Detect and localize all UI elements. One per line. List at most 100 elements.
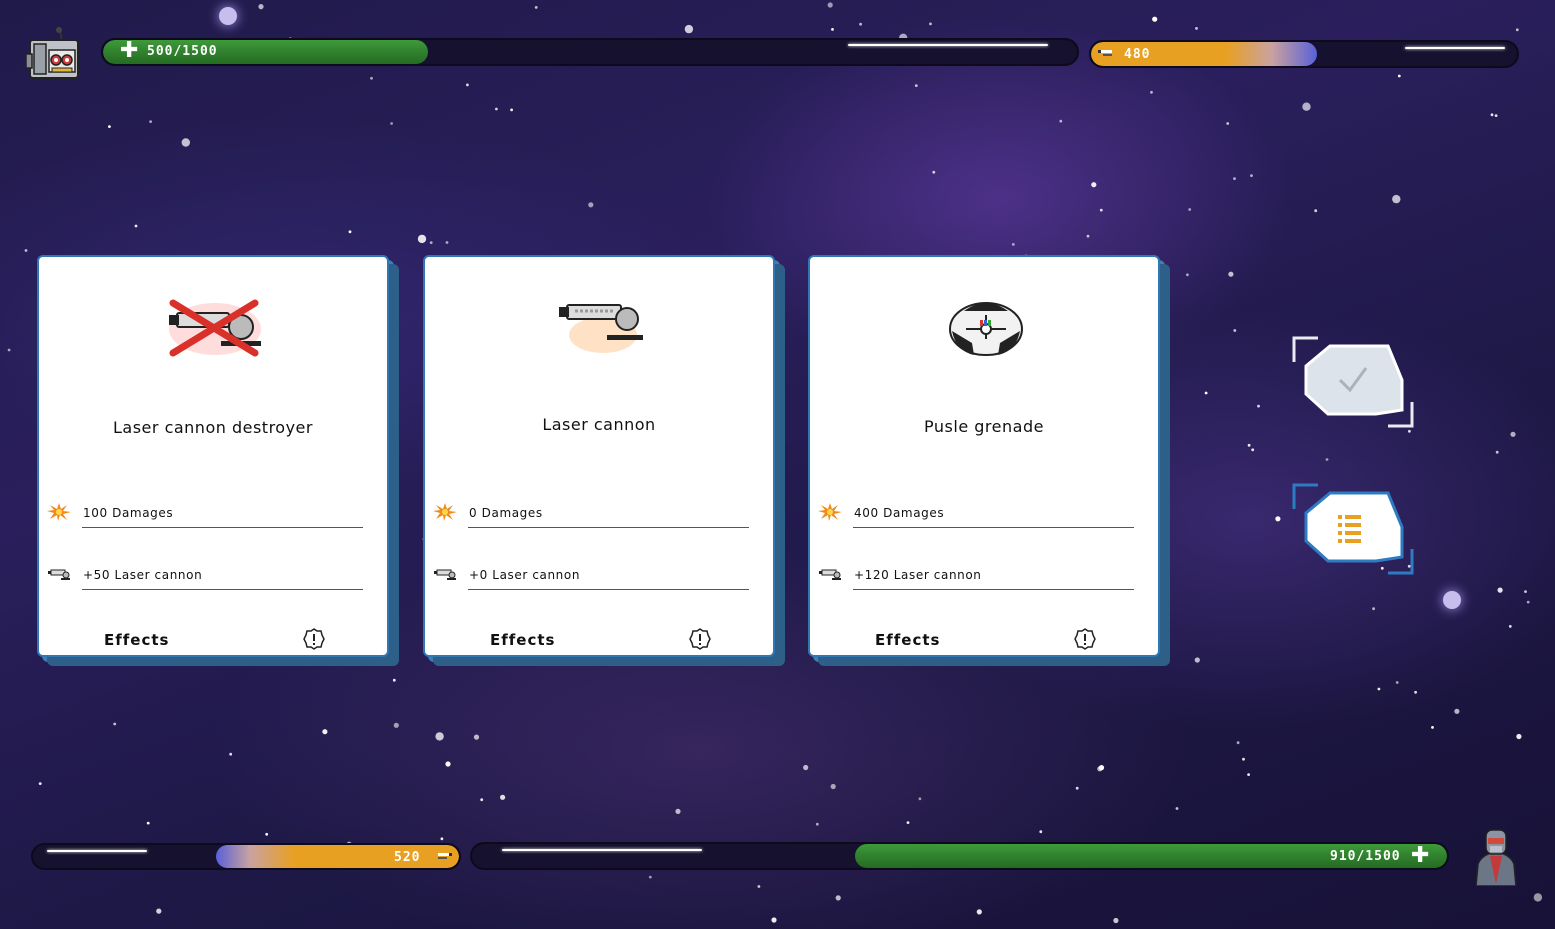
- star: [771, 917, 777, 923]
- bar-shine: [1405, 47, 1505, 49]
- opponent-energy-bar: [1089, 40, 1519, 68]
- star: [1098, 765, 1105, 771]
- star: [1075, 786, 1079, 790]
- star: [918, 797, 922, 801]
- star: [1325, 458, 1329, 461]
- star: [675, 808, 681, 815]
- damage-stat: 400 Damages: [818, 499, 1134, 529]
- player-energy-fill: [216, 845, 459, 868]
- star: [1533, 893, 1543, 902]
- star: [1497, 587, 1503, 593]
- star: [1175, 807, 1179, 810]
- star: [1233, 329, 1237, 332]
- bar-shine: [502, 849, 702, 851]
- laser-cannon-icon: [819, 569, 841, 580]
- star: [500, 794, 506, 800]
- star: [1250, 174, 1253, 178]
- explosion-icon: [47, 503, 71, 521]
- star: [393, 489, 397, 493]
- pulse-grenade-icon: [949, 302, 1023, 356]
- star: [775, 662, 779, 666]
- damage-text: 100 Damages: [83, 506, 174, 520]
- star: [757, 885, 761, 888]
- star: [445, 241, 449, 244]
- heal-plus-icon: ✚: [1411, 843, 1430, 868]
- player-soldier-avatar: [1468, 826, 1524, 887]
- star: [38, 782, 42, 785]
- star: [1233, 177, 1236, 181]
- star: [1099, 208, 1103, 212]
- laser-stat: +50 Laser cannon: [47, 561, 363, 591]
- laser-cannon-icon: [434, 569, 456, 580]
- star: [445, 761, 451, 767]
- star: [1524, 590, 1527, 593]
- star: [390, 122, 393, 125]
- info-alert-icon[interactable]: [303, 628, 325, 650]
- star: [417, 234, 427, 244]
- info-alert-icon[interactable]: [689, 628, 711, 650]
- star: [1275, 516, 1281, 522]
- star: [684, 24, 694, 34]
- star: [1490, 113, 1494, 117]
- opponent-health-bar: [101, 38, 1079, 66]
- player-health-bar: [470, 842, 1449, 870]
- star: [815, 822, 819, 826]
- confirm-button[interactable]: [1292, 336, 1416, 428]
- star: [534, 6, 538, 9]
- star: [1302, 102, 1311, 111]
- star: [1152, 16, 1158, 22]
- card-title: Laser cannon destroyer: [113, 418, 313, 437]
- heal-plus-icon: ✚: [120, 38, 139, 63]
- star: [1150, 90, 1153, 94]
- star: [588, 202, 594, 208]
- star: [156, 908, 162, 914]
- laser-text: +120 Laser cannon: [854, 568, 982, 582]
- laser-cannon-crossed-icon: [169, 299, 261, 357]
- star: [510, 108, 513, 112]
- star: [1526, 600, 1530, 604]
- star: [1508, 625, 1512, 628]
- star: [1314, 209, 1318, 213]
- star: [906, 821, 910, 824]
- stat-divider: [468, 589, 749, 590]
- stat-divider: [82, 527, 363, 528]
- star: [1228, 271, 1234, 277]
- star: [1059, 119, 1063, 123]
- star: [108, 125, 111, 128]
- star: [835, 895, 841, 901]
- info-alert-icon[interactable]: [1074, 628, 1096, 650]
- glow-star: [1443, 591, 1461, 609]
- opponent-health-text: 500/1500: [147, 44, 218, 59]
- star: [473, 734, 480, 740]
- weapon-card[interactable]: Laser cannon 0 Damages +0 Laser cannon E…: [423, 255, 775, 657]
- star: [827, 2, 833, 8]
- star: [1247, 443, 1251, 447]
- stat-divider: [853, 527, 1134, 528]
- star: [7, 348, 11, 352]
- star: [1251, 448, 1255, 452]
- star: [429, 241, 433, 245]
- star: [1515, 28, 1519, 32]
- star: [1236, 741, 1240, 745]
- star: [181, 138, 190, 147]
- explosion-icon: [818, 503, 842, 521]
- star: [1039, 830, 1043, 834]
- star: [1194, 657, 1200, 663]
- star: [134, 224, 138, 228]
- opponent-robot-avatar: [24, 26, 82, 82]
- star: [1414, 690, 1417, 694]
- effects-label: Effects: [875, 631, 941, 649]
- star: [1257, 404, 1260, 408]
- star: [1247, 773, 1250, 776]
- laser-text: +50 Laser cannon: [83, 568, 203, 582]
- weapon-card[interactable]: Laser cannon destroyer 100 Damages +50 L…: [37, 255, 389, 657]
- weapon-card[interactable]: Pusle grenade 400 Damages +120 Laser can…: [808, 255, 1160, 657]
- star: [1397, 74, 1401, 78]
- star: [830, 783, 836, 790]
- card-title: Pusle grenade: [924, 417, 1044, 436]
- card-list-button[interactable]: [1292, 483, 1416, 575]
- card-title: Laser cannon: [542, 415, 656, 434]
- star: [1195, 27, 1198, 30]
- star: [1495, 450, 1499, 454]
- star: [149, 120, 153, 123]
